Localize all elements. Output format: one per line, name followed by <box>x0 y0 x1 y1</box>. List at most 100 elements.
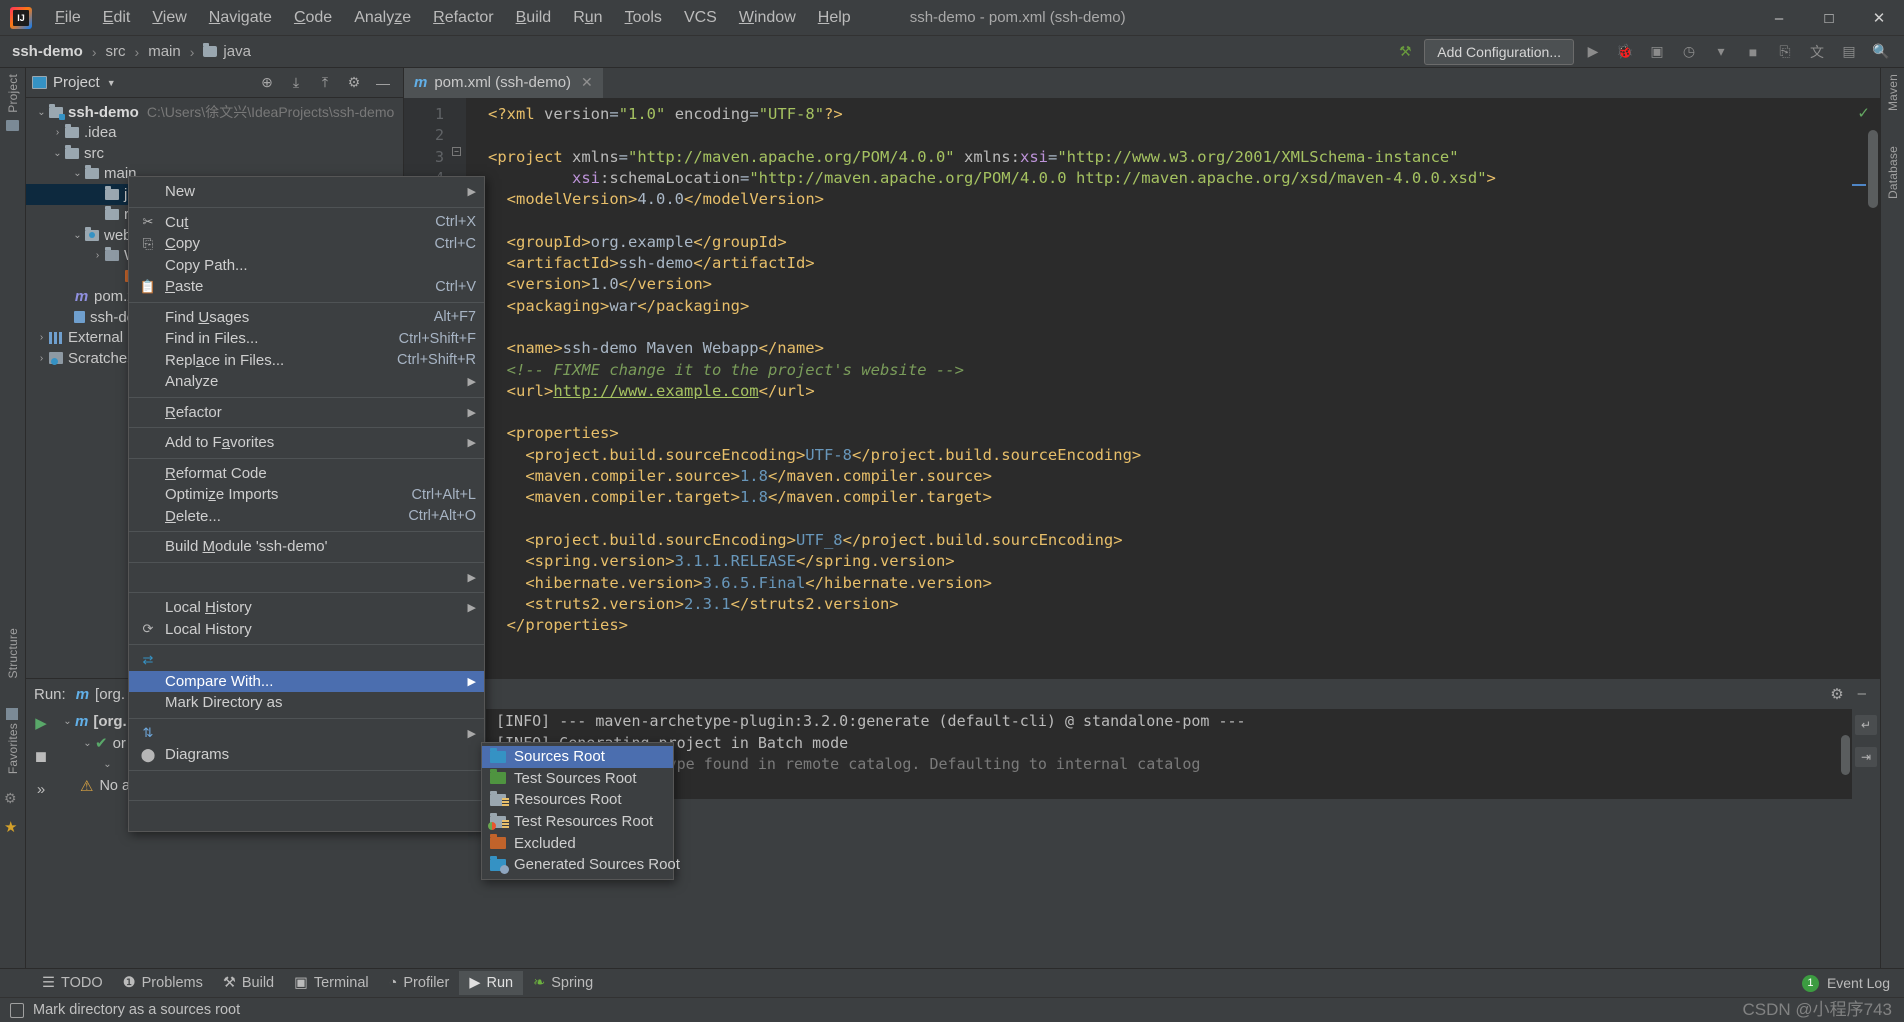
context-menu-item-find-in-files[interactable]: Find in Files... Ctrl+Shift+F <box>129 328 484 350</box>
search-icon[interactable]: 🔍 <box>1868 40 1894 64</box>
context-menu-item-delete[interactable]: Delete... Ctrl+Alt+O <box>129 506 484 528</box>
context-menu-item-optimize-imports[interactable]: Optimize Imports Ctrl+Alt+L <box>129 484 484 506</box>
menu-help[interactable]: Help <box>807 5 862 31</box>
hide-panel-icon[interactable]: — <box>373 73 393 93</box>
context-menu-item-mark-directory-as[interactable]: Compare With... ▶ <box>129 670 484 692</box>
star-strip-icon[interactable]: ★ <box>4 818 17 836</box>
gear-strip-icon[interactable]: ⚙ <box>4 790 17 807</box>
editor-tab-pom-xml[interactable]: m pom.xml (ssh-demo) ✕ <box>404 68 603 98</box>
maximize-button[interactable]: □ <box>1804 0 1854 36</box>
expand-arrow-icon[interactable]: ⌄ <box>50 148 65 159</box>
context-menu-item-copy[interactable]: ⎘ Copy Ctrl+C <box>129 233 484 255</box>
close-icon[interactable]: ✕ <box>581 74 593 91</box>
inspection-status-icon[interactable]: ✓ <box>1857 104 1870 122</box>
tree-node-idea[interactable]: › .idea <box>26 123 403 144</box>
chevron-down-icon[interactable]: ▾ <box>1708 40 1734 64</box>
bottom-tab-run[interactable]: ▶ Run <box>459 971 524 995</box>
submenu-item-generated-sources-root[interactable]: Generated Sources Root <box>482 854 680 876</box>
bottom-tab-spring[interactable]: ❧ Spring <box>523 971 603 995</box>
code-editor[interactable]: 1 2 3 4 − <?xml version="1.0" encoding="… <box>404 98 1880 678</box>
chevron-down-icon[interactable]: ▼ <box>107 78 116 88</box>
context-menu-item-analyze[interactable]: Analyze ▶ <box>129 371 484 393</box>
menu-edit[interactable]: Edit <box>92 5 142 31</box>
tree-node-ssh-demo[interactable]: ⌄ ssh-demo C:\Users\徐文兴\IdeaProjects\ssh… <box>26 102 403 123</box>
expand-all-icon[interactable]: ⤓ <box>286 73 306 93</box>
context-menu-item-refactor[interactable]: Refactor ▶ <box>129 402 484 424</box>
stop-icon[interactable]: ◼ <box>31 746 51 765</box>
breadcrumb-src[interactable]: src <box>106 43 126 60</box>
expand-arrow-icon[interactable]: › <box>90 250 105 261</box>
layout-icon[interactable]: ▤ <box>1836 40 1862 64</box>
submenu-item-excluded[interactable]: Excluded <box>482 832 673 854</box>
context-menu-item-add-to-favorites[interactable]: Add to Favorites ▶ <box>129 432 484 454</box>
expand-arrow-icon[interactable]: ⌄ <box>60 716 75 727</box>
expand-arrow-icon[interactable]: ⌄ <box>80 738 95 749</box>
locate-icon[interactable]: ⊕ <box>257 73 277 93</box>
console-scrollbar[interactable] <box>1841 735 1850 775</box>
menu-refactor[interactable]: Refactor <box>422 5 504 31</box>
rerun-icon[interactable]: ▶ <box>31 713 51 732</box>
menu-build[interactable]: Build <box>505 5 563 31</box>
context-menu-item-find-usages[interactable]: Find Usages Alt+F7 <box>129 307 484 329</box>
editor-scrollbar[interactable] <box>1868 130 1878 208</box>
bottom-tab-problems[interactable]: ❶ Problems <box>113 971 213 995</box>
code-text[interactable]: <?xml version="1.0" encoding="UTF-8"?> <… <box>466 98 1880 678</box>
expand-arrow-icon[interactable]: › <box>34 332 49 343</box>
collapse-all-icon[interactable]: ⤒ <box>315 73 335 93</box>
context-menu-item-build-module[interactable]: Build Module 'ssh-demo' <box>129 536 484 558</box>
hide-panel-icon[interactable]: – <box>1858 685 1866 703</box>
context-menu-item-paste[interactable]: 📋 Paste Ctrl+V <box>129 276 484 298</box>
expand-arrow-icon[interactable]: › <box>34 353 49 364</box>
bottom-tab-terminal[interactable]: ▣ Terminal <box>284 971 379 995</box>
context-menu[interactable]: New ▶ ✂ Cut Ctrl+X ⎘ Copy Ctrl+C Copy Pa… <box>128 176 485 832</box>
settings-gear-icon[interactable]: ⚙ <box>1830 685 1843 703</box>
breadcrumb-main[interactable]: main <box>148 43 181 60</box>
context-menu-item-reformat-code[interactable]: Reformat Code <box>129 463 484 485</box>
tree-node-src[interactable]: ⌄ src <box>26 143 403 164</box>
strip-favorites[interactable]: Favorites <box>6 723 20 774</box>
context-menu-item-copy-path[interactable]: Copy Path... <box>129 255 484 277</box>
scroll-to-end-icon[interactable]: ⇥ <box>1855 747 1877 767</box>
hammer-icon[interactable]: ⚒ <box>1392 40 1418 64</box>
event-log-label[interactable]: Event Log <box>1827 975 1890 991</box>
debug-icon[interactable]: 🐞 <box>1612 40 1638 64</box>
context-menu-item-remove-bom[interactable]: Mark Directory as <box>129 692 484 714</box>
profile-icon[interactable]: ◷ <box>1676 40 1702 64</box>
submenu-item-sources-root[interactable]: Sources Root <box>482 746 673 768</box>
context-menu-item-local-history[interactable]: Local History ▶ <box>129 597 484 619</box>
menu-navigate[interactable]: Navigate <box>198 5 283 31</box>
close-button[interactable]: ✕ <box>1854 0 1904 36</box>
context-menu-item-replace-in-files[interactable]: Replace in Files... Ctrl+Shift+R <box>129 350 484 372</box>
menu-code[interactable]: Code <box>283 5 343 31</box>
expand-arrow-icon[interactable]: ⌄ <box>70 168 85 179</box>
submenu-item-resources-root[interactable]: Resources Root <box>482 789 673 811</box>
coverage-icon[interactable]: ▣ <box>1644 40 1670 64</box>
bottom-tab-build[interactable]: ⚒ Build <box>213 971 284 995</box>
strip-maven[interactable]: Maven <box>1886 74 1900 111</box>
strip-database[interactable]: Database <box>1886 146 1900 199</box>
expand-arrow-icon[interactable]: ⌄ <box>70 230 85 241</box>
context-menu-item-reload-from-disk[interactable]: ⟳ Local History <box>129 619 484 641</box>
git-update-icon[interactable]: ⎘ <box>1772 40 1798 64</box>
submenu-item-test-resources-root[interactable]: Test Resources Root <box>482 811 673 833</box>
menu-run[interactable]: Run <box>562 5 613 31</box>
breadcrumb-project[interactable]: ssh-demo <box>12 43 83 60</box>
bottom-tab-todo[interactable]: ☰ TODO <box>32 971 113 995</box>
expand-arrow-icon[interactable]: ⌄ <box>34 107 49 118</box>
context-menu-item-new[interactable]: New ▶ <box>129 181 484 203</box>
menu-view[interactable]: View <box>141 5 197 31</box>
strip-structure[interactable]: Structure <box>6 628 20 679</box>
context-menu-item-diagrams[interactable]: ⇅ ▶ <box>129 723 484 745</box>
context-menu-item-cut[interactable]: ✂ Cut Ctrl+X <box>129 212 484 234</box>
soft-wrap-icon[interactable]: ↵ <box>1855 715 1877 735</box>
translate-icon[interactable]: 文 <box>1804 40 1830 64</box>
run-console[interactable]: [INFO] --- maven-archetype-plugin:3.2.0:… <box>486 709 1852 799</box>
context-menu-item-easycode[interactable] <box>129 805 484 827</box>
context-menu-item-convert-java-to-kotlin[interactable] <box>129 775 484 797</box>
submenu-item-test-sources-root[interactable]: Test Sources Root <box>482 768 673 790</box>
run-icon[interactable]: ▶ <box>1580 40 1606 64</box>
bottom-tab-profiler[interactable]: ◔ Profiler <box>379 971 460 995</box>
settings-gear-icon[interactable]: ⚙ <box>344 73 364 93</box>
expand-arrow-icon[interactable]: › <box>50 127 65 138</box>
context-menu-item-open-in[interactable]: ▶ <box>129 567 484 589</box>
